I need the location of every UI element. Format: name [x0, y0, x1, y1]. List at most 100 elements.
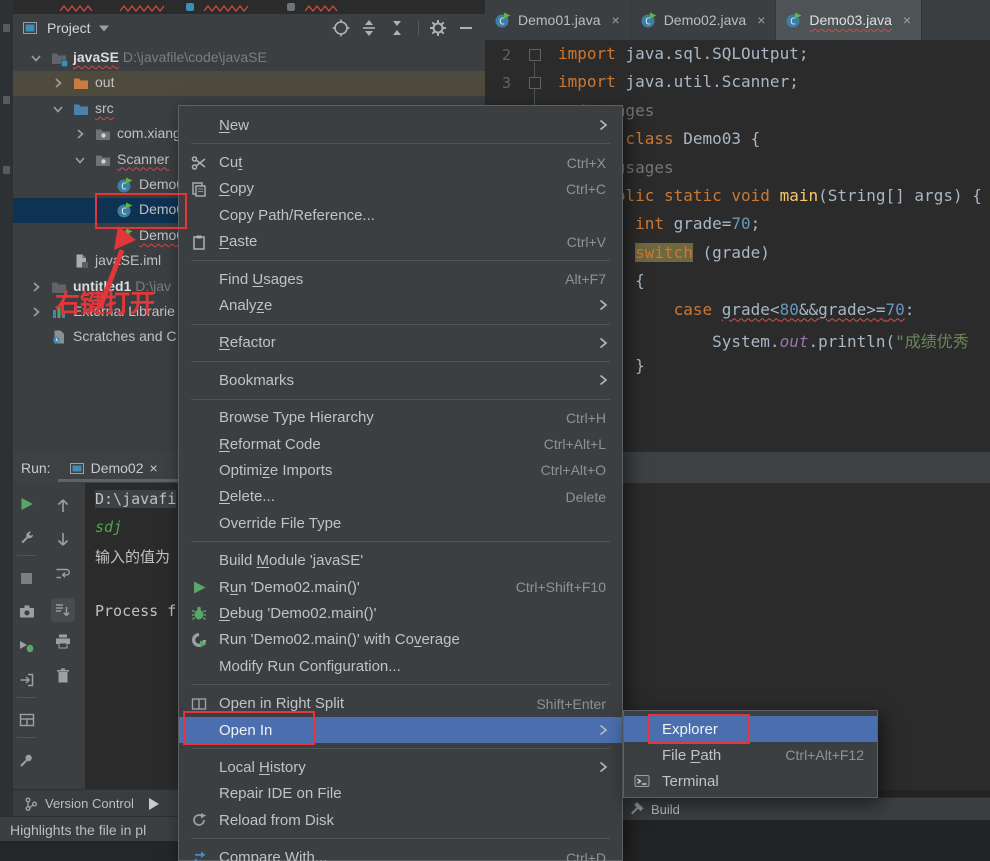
run-tab-demo02[interactable]: Demo02 ×	[69, 460, 158, 476]
menu-item-optimize-imports[interactable]: Optimize Imports Ctrl+Alt+O	[179, 457, 622, 483]
menu-shortcut: Ctrl+C	[565, 180, 606, 197]
menu-item-bookmarks[interactable]: Bookmarks	[179, 367, 622, 393]
layout-icon[interactable]	[18, 711, 36, 729]
tree-item-label: com.xiang	[117, 125, 181, 142]
editor-tab-demo03-java[interactable]: C Demo03.java ×	[776, 0, 923, 40]
hide-panel-icon[interactable]	[457, 19, 475, 37]
build-status-bar[interactable]: Build	[623, 797, 990, 820]
divider	[17, 737, 36, 738]
menu-item-build-module-javase[interactable]: Build Module 'javaSE'	[179, 547, 622, 573]
run-tab-label: Demo02	[90, 459, 144, 476]
menu-item-debug-demo02-main[interactable]: Debug 'Demo02.main()'	[179, 600, 622, 626]
menu-item-label: Copy	[219, 180, 255, 198]
menu-item-cut[interactable]: Cut Ctrl+X	[179, 149, 622, 175]
close-icon[interactable]: ×	[150, 460, 158, 476]
hammer-icon	[631, 801, 644, 814]
run-green-icon[interactable]	[18, 495, 36, 513]
pin-icon[interactable]	[18, 751, 36, 769]
play-icon[interactable]	[148, 797, 160, 811]
menu-item-new[interactable]: New	[179, 112, 622, 138]
collapse-all-icon[interactable]	[388, 19, 406, 37]
chevron-right-icon[interactable]	[73, 127, 87, 141]
menu-item-label: Run 'Demo02.main()' with Coverage	[219, 631, 460, 649]
chevron-down-icon[interactable]	[29, 51, 43, 65]
exit-icon[interactable]	[18, 671, 36, 689]
menu-item-compare-with[interactable]: Compare With... Ctrl+D	[179, 844, 622, 861]
arrow-down-icon[interactable]	[54, 530, 72, 548]
chevron-down-icon[interactable]	[98, 24, 109, 32]
menu-item-analyze[interactable]: Analyze	[179, 292, 622, 318]
menu-item-delete[interactable]: Delete... Delete	[179, 484, 622, 510]
menu-item-copy-path-reference[interactable]: Copy Path/Reference...	[179, 202, 622, 228]
status-message: Highlights the file in pl	[10, 821, 147, 838]
menu-separator	[179, 833, 622, 844]
close-icon[interactable]: ×	[903, 12, 911, 28]
editor-tab-bar: C Demo01.java × C Demo02.java × C Demo03.java ×	[485, 0, 990, 40]
build-label: Build	[651, 801, 680, 817]
folder-orange-icon	[73, 75, 89, 91]
console-line: Process f	[95, 602, 177, 620]
red-squiggle	[60, 5, 93, 12]
menu-shortcut: Shift+Enter	[536, 695, 606, 712]
editor-tab-demo02-java[interactable]: C Demo02.java ×	[631, 0, 777, 40]
camera-icon[interactable]	[18, 603, 36, 621]
fold-marker-icon[interactable]	[529, 49, 541, 61]
softwrap-icon[interactable]	[54, 564, 72, 582]
run-configuration-icon	[69, 462, 84, 474]
chevron-down-icon[interactable]	[51, 102, 65, 116]
gear-icon[interactable]	[429, 19, 447, 37]
class-icon: C	[641, 12, 657, 28]
menu-item-modify-run-configuration[interactable]: Modify Run Configuration...	[179, 653, 622, 679]
menu-item-reformat-code[interactable]: Reformat Code Ctrl+Alt+L	[179, 431, 622, 457]
menu-item-label: Modify Run Configuration...	[219, 657, 401, 675]
fold-marker-icon[interactable]	[529, 77, 541, 90]
menu-item-label: Copy Path/Reference...	[219, 206, 375, 224]
menu-item-run-demo02-main[interactable]: Run 'Demo02.main()' Ctrl+Shift+F10	[179, 574, 622, 600]
scrollend-icon[interactable]	[50, 598, 75, 622]
stop-icon[interactable]	[18, 569, 36, 587]
breadcrumb-icon	[186, 3, 194, 11]
tree-row-javase[interactable]: javaSE D:\javafile\code\javaSE	[13, 46, 485, 71]
submenu-arrow-icon	[596, 118, 610, 132]
tree-row-out[interactable]: out	[13, 71, 485, 97]
menu-item-local-history[interactable]: Local History	[179, 754, 622, 780]
code-line: import java.util.Scanner;	[558, 72, 799, 92]
menu-item-label: Build Module 'javaSE'	[219, 552, 364, 570]
annotation-arrow	[97, 226, 136, 309]
menu-item-repair-ide-on-file[interactable]: Repair IDE on File	[179, 781, 622, 807]
left-tool-stripe[interactable]	[0, 0, 13, 861]
menu-item-copy[interactable]: Copy Ctrl+C	[179, 176, 622, 202]
menu-shortcut: Ctrl+Alt+F12	[785, 747, 864, 763]
wrench-icon[interactable]	[18, 529, 36, 547]
chevron-right-icon[interactable]	[29, 280, 43, 294]
menu-item-override-file-type[interactable]: Override File Type	[179, 510, 622, 536]
project-panel-title[interactable]: Project	[47, 20, 91, 36]
scratches-icon	[51, 329, 67, 345]
expand-all-icon[interactable]	[360, 19, 378, 37]
submenu-item-file-path[interactable]: File Path Ctrl+Alt+F12	[624, 742, 877, 768]
project-panel-header: Project	[13, 14, 485, 42]
chevron-right-icon[interactable]	[51, 76, 65, 90]
menu-item-find-usages[interactable]: Find Usages Alt+F7	[179, 266, 622, 292]
menu-item-paste[interactable]: Paste Ctrl+V	[179, 229, 622, 255]
close-icon[interactable]: ×	[757, 12, 765, 28]
trash-icon[interactable]	[54, 666, 72, 684]
arrow-up-icon[interactable]	[54, 496, 72, 514]
menu-separator	[179, 394, 622, 405]
reload-icon	[189, 812, 209, 828]
menu-item-run-demo02-main-with-coverage[interactable]: Run 'Demo02.main()' with Coverage	[179, 627, 622, 653]
printer-icon[interactable]	[54, 632, 72, 650]
editor-tab-demo01-java[interactable]: C Demo01.java ×	[485, 0, 631, 40]
run-toolbar-console	[40, 483, 86, 789]
rerun-icon[interactable]	[18, 637, 36, 655]
submenu-item-terminal[interactable]: Terminal	[624, 768, 877, 794]
chevron-right-icon[interactable]	[29, 305, 43, 319]
menu-item-refactor[interactable]: Refactor	[179, 330, 622, 356]
locate-file-icon[interactable]	[332, 19, 350, 37]
chevron-down-icon[interactable]	[73, 153, 87, 167]
menu-item-browse-type-hierarchy[interactable]: Browse Type Hierarchy Ctrl+H	[179, 405, 622, 431]
close-icon[interactable]: ×	[612, 12, 620, 28]
menu-item-reload-from-disk[interactable]: Reload from Disk	[179, 807, 622, 833]
menu-shortcut: Alt+F7	[565, 271, 606, 288]
class-icon: C	[495, 12, 511, 28]
